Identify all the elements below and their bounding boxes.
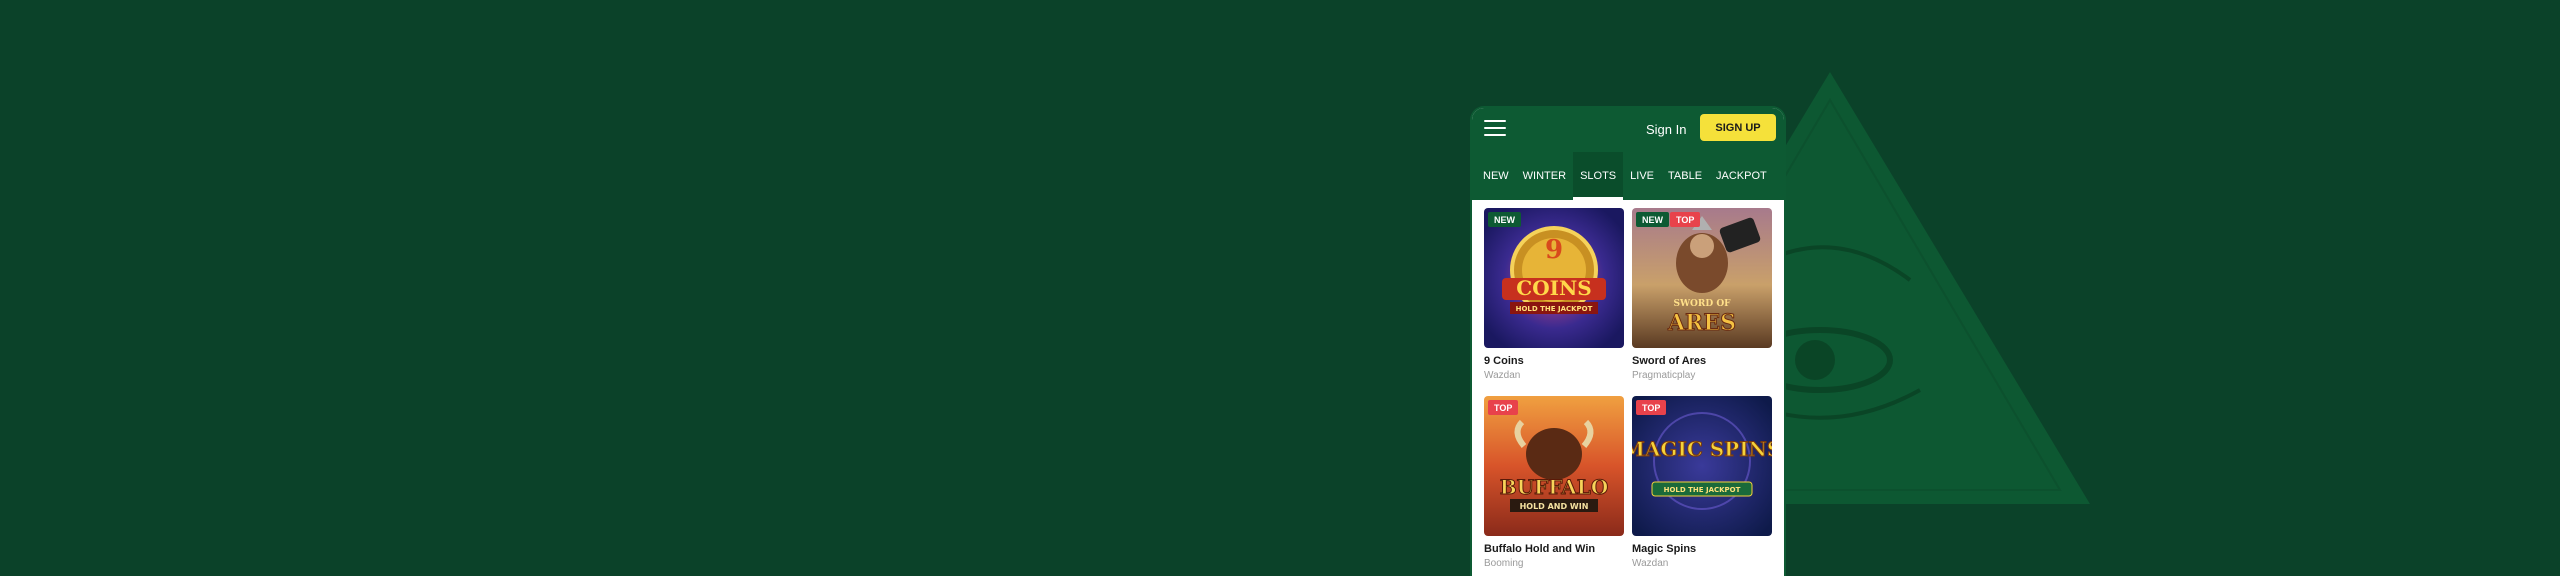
art-subtitle: HOLD AND WIN <box>1520 502 1589 511</box>
game-title: 9 Coins <box>1484 355 1524 367</box>
art-subtitle: SWORD OF <box>1673 299 1731 309</box>
tab-table[interactable]: TABLE <box>1661 152 1709 200</box>
art-title: MAGIC SPINS <box>1632 437 1772 461</box>
game-thumbnail: MAGIC SPINS HOLD THE JACKPOT TOP <box>1632 396 1772 536</box>
game-thumbnail: BUFFALO HOLD AND WIN TOP <box>1484 396 1624 536</box>
category-tabs: NEW WINTER SLOTS LIVE TABLE JACKPOT <box>1472 152 1784 200</box>
game-card[interactable]: SWORD OF ARES NEW TOP Sword of Ares Prag… <box>1632 208 1772 381</box>
pyramid-eye-decoration <box>1740 72 2090 504</box>
badge-new: NEW <box>1488 212 1521 227</box>
badge-top: TOP <box>1488 400 1519 415</box>
game-provider: Wazdan <box>1484 370 1521 381</box>
game-card[interactable]: BUFFALO HOLD AND WIN TOP Buffalo Hold an… <box>1484 396 1624 569</box>
art-title: COINS <box>1516 276 1591 300</box>
game-title: Sword of Ares <box>1632 355 1707 367</box>
top-bar: Sign In SIGN UP <box>1472 108 1784 152</box>
art-title: ARES <box>1667 310 1736 336</box>
game-title: Magic Spins <box>1632 543 1697 555</box>
game-provider: Booming <box>1484 558 1524 569</box>
sign-in-link[interactable]: Sign In <box>1646 122 1686 137</box>
tab-new[interactable]: NEW <box>1476 152 1516 200</box>
game-provider: Wazdan <box>1632 558 1669 569</box>
menu-icon[interactable] <box>1484 118 1506 138</box>
art-subtitle: HOLD THE JACKPOT <box>1516 305 1593 313</box>
tab-jackpot[interactable]: JACKPOT <box>1709 152 1774 200</box>
tab-live[interactable]: LIVE <box>1623 152 1661 200</box>
game-title: Buffalo Hold and Win <box>1484 543 1596 555</box>
badge-top: TOP <box>1636 400 1667 415</box>
game-provider: Pragmaticplay <box>1632 370 1696 381</box>
game-thumbnail: 9 COINS HOLD THE JACKPOT NEW <box>1484 208 1624 348</box>
art-subtitle: HOLD THE JACKPOT <box>1664 486 1741 494</box>
art-title: BUFFALO <box>1500 475 1609 499</box>
svg-text:9: 9 <box>1545 235 1563 265</box>
game-thumbnail: SWORD OF ARES NEW TOP <box>1632 208 1772 348</box>
badge-new: NEW <box>1636 212 1669 227</box>
tab-winter[interactable]: WINTER <box>1516 152 1573 200</box>
sign-up-button[interactable]: SIGN UP <box>1700 114 1776 141</box>
badge-top: TOP <box>1670 212 1701 227</box>
mobile-casino-app: Sign In SIGN UP NEW WINTER SLOTS LIVE TA… <box>1470 106 1786 576</box>
game-card[interactable]: MAGIC SPINS HOLD THE JACKPOT TOP Magic S… <box>1632 396 1772 569</box>
tab-slots[interactable]: SLOTS <box>1573 152 1624 200</box>
game-card[interactable]: 9 COINS HOLD THE JACKPOT NEW 9 Coins Waz… <box>1484 208 1624 381</box>
